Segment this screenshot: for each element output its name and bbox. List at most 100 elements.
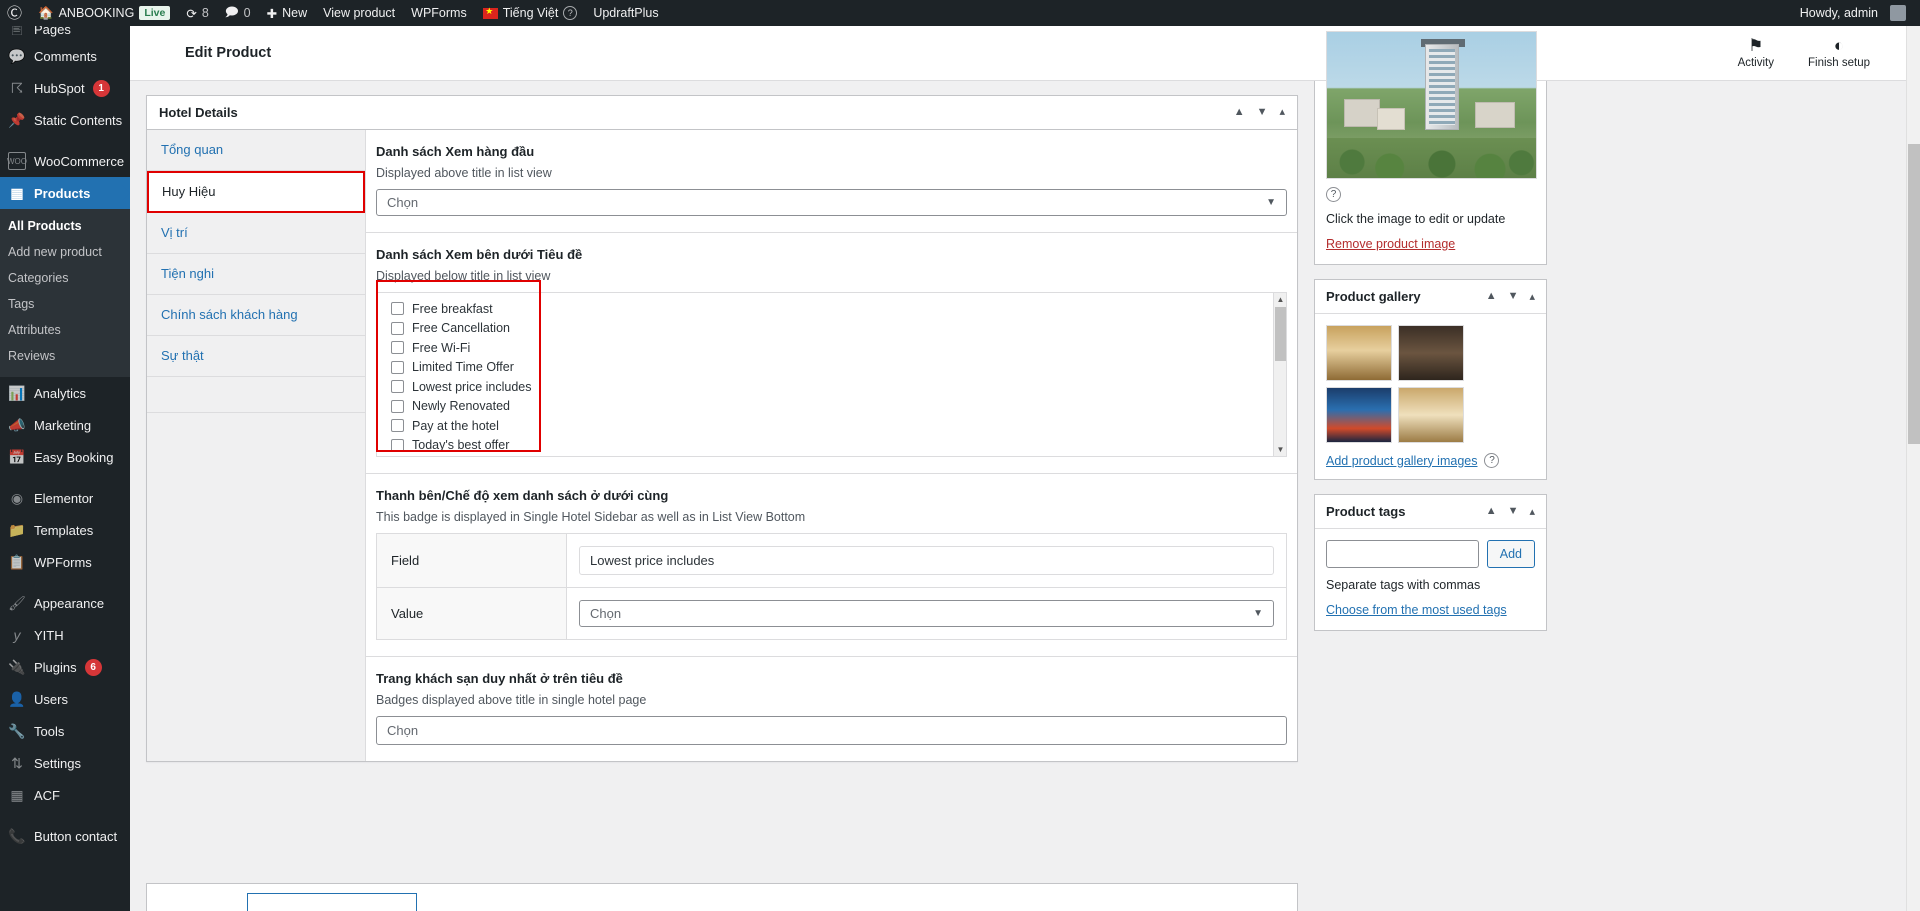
sidebar-item-tools[interactable]: 🔧 Tools: [0, 715, 130, 747]
scroll-down-arrow-icon[interactable]: ▼: [1274, 443, 1287, 456]
remove-product-image-link[interactable]: Remove product image: [1326, 237, 1455, 251]
toggle-icon[interactable]: ▴: [1279, 107, 1285, 118]
checkbox-row[interactable]: Newly Renovated: [391, 397, 1273, 417]
checkbox-row[interactable]: Free Wi-Fi: [391, 338, 1273, 358]
add-product-gallery-images-link[interactable]: Add product gallery images: [1326, 454, 1477, 468]
updraftplus-menu[interactable]: UpdraftPlus: [585, 0, 666, 26]
checkbox-todays-best-offer[interactable]: [391, 438, 404, 452]
tab-tong-quan[interactable]: Tổng quan: [147, 130, 365, 171]
checkbox-row[interactable]: Today's best offer: [391, 436, 1273, 456]
checkbox-row[interactable]: Lowest price includes: [391, 377, 1273, 397]
scroll-up-arrow-icon[interactable]: ▲: [1274, 293, 1287, 306]
checkbox-list-scrollbar[interactable]: ▲ ▼: [1273, 293, 1286, 456]
activity-button[interactable]: ⚑ Activity: [1738, 37, 1774, 69]
chevron-up-icon[interactable]: ▲: [1486, 505, 1497, 518]
comments-button[interactable]: 🗩 0: [217, 0, 259, 26]
sidebar-item-acf[interactable]: ▦ ACF: [0, 779, 130, 811]
product-tags-input[interactable]: [1326, 540, 1479, 568]
checkbox-lowest-price-includes[interactable]: [391, 380, 404, 394]
add-tag-button[interactable]: Add: [1486, 540, 1535, 568]
chevron-up-icon[interactable]: ▲: [1486, 290, 1497, 303]
submenu-item-all-products[interactable]: All Products: [0, 213, 130, 239]
submenu-item-categories[interactable]: Categories: [0, 265, 130, 291]
toggle-icon[interactable]: ▴: [1529, 505, 1535, 518]
sidebar-item-plugins[interactable]: 🔌 Plugins 6: [0, 651, 130, 683]
tab-tien-nghi[interactable]: Tiện nghi: [147, 254, 365, 295]
checkbox-label: Lowest price includes: [412, 379, 532, 394]
language-switcher[interactable]: Tiếng Việt ?: [475, 0, 586, 26]
tab-vi-tri[interactable]: Vị trí: [147, 213, 365, 254]
sidebar-item-wpforms[interactable]: 📋 WPForms: [0, 546, 130, 578]
value-select[interactable]: Chọn ▼: [579, 600, 1274, 627]
page-scrollbar-thumb[interactable]: [1908, 144, 1920, 444]
updraftplus-label: UpdraftPlus: [593, 6, 659, 20]
field-text-input[interactable]: Lowest price includes: [579, 546, 1274, 575]
chevron-down-icon[interactable]: ▼: [1508, 505, 1519, 518]
sidebar-item-woocommerce[interactable]: WOO WooCommerce: [0, 145, 130, 177]
finish-setup-button[interactable]: ◐ Finish setup: [1808, 37, 1870, 69]
chevron-down-icon[interactable]: ▼: [1508, 290, 1519, 303]
submenu-item-reviews[interactable]: Reviews: [0, 343, 130, 369]
gallery-thumbnail[interactable]: [1398, 387, 1464, 443]
site-name-button[interactable]: 🏠 ANBOOKING Live: [30, 0, 178, 26]
tab-chinh-sach-khach-hang[interactable]: Chính sách khách hàng: [147, 295, 365, 336]
sidebar-item-label: Button contact: [34, 828, 118, 844]
sidebar-item-hubspot[interactable]: ☈ HubSpot 1: [0, 72, 130, 104]
choose-most-used-tags-link[interactable]: Choose from the most used tags: [1326, 603, 1507, 617]
sidebar-item-elementor[interactable]: ◉ Elementor: [0, 482, 130, 514]
sidebar-item-analytics[interactable]: 📊 Analytics: [0, 377, 130, 409]
sidebar-item-products[interactable]: ▦ Products: [0, 177, 130, 209]
sidebar-item-templates[interactable]: 📁 Templates: [0, 514, 130, 546]
single-hotel-select[interactable]: Chọn: [376, 716, 1287, 745]
view-product-link[interactable]: View product: [315, 0, 403, 26]
chevron-up-icon[interactable]: ▲: [1234, 107, 1245, 118]
checkbox-row[interactable]: Free Cancellation: [391, 319, 1273, 339]
table-row: Field Lowest price includes: [376, 533, 1287, 588]
sidebar-item-comments[interactable]: 💬 Comments: [0, 40, 130, 72]
tab-huy-hieu[interactable]: Huy Hiệu: [147, 171, 365, 213]
tab-su-that[interactable]: Sự thật: [147, 336, 365, 377]
below-title-checkbox-list[interactable]: Free breakfast Free Cancellation Free Wi…: [376, 292, 1287, 457]
page-scrollbar[interactable]: [1906, 26, 1920, 911]
question-mark-icon[interactable]: ?: [1326, 187, 1341, 202]
bottom-partial-input[interactable]: [247, 893, 417, 911]
submenu-item-add-new-product[interactable]: Add new product: [0, 239, 130, 265]
checkbox-newly-renovated[interactable]: [391, 399, 404, 413]
wordpress-logo-button[interactable]: Ⓒ: [0, 0, 30, 26]
sidebar-item-users[interactable]: 👤 Users: [0, 683, 130, 715]
gallery-thumbnail[interactable]: [1326, 387, 1392, 443]
submenu-item-attributes[interactable]: Attributes: [0, 317, 130, 343]
product-gallery-panel: Product gallery ▲ ▼ ▴ Add product galler…: [1314, 279, 1547, 480]
scrollbar-thumb[interactable]: [1275, 307, 1286, 361]
sidebar-item-static-contents[interactable]: 📌 Static Contents: [0, 104, 130, 136]
chevron-down-icon[interactable]: ▼: [1257, 107, 1268, 118]
wpforms-menu[interactable]: WPForms: [403, 0, 475, 26]
gallery-thumbnail[interactable]: [1326, 325, 1392, 381]
featured-image-preview[interactable]: [1326, 31, 1537, 179]
sidebar-item-yith[interactable]: y YITH: [0, 619, 130, 651]
sidebar-item-marketing[interactable]: 📣 Marketing: [0, 409, 130, 441]
checkbox-free-wifi[interactable]: [391, 341, 404, 355]
checkbox-free-cancellation[interactable]: [391, 321, 404, 335]
new-content-button[interactable]: ✚ New: [259, 0, 316, 26]
submenu-item-tags[interactable]: Tags: [0, 291, 130, 317]
question-mark-icon[interactable]: ?: [1484, 453, 1500, 468]
sidebar-item-button-contact[interactable]: 📞 Button contact: [0, 820, 130, 852]
question-mark-icon[interactable]: ?: [563, 6, 578, 20]
top-list-select[interactable]: Chọn ▼: [376, 189, 1287, 216]
sidebar-item-pages[interactable]: 🖹 Pages: [0, 26, 130, 40]
checkbox-limited-time-offer[interactable]: [391, 360, 404, 374]
checkbox-pay-at-the-hotel[interactable]: [391, 419, 404, 433]
toggle-icon[interactable]: ▴: [1529, 290, 1535, 303]
updates-button[interactable]: ⟳ 8: [178, 0, 216, 26]
howdy-menu[interactable]: Howdy, admin: [1792, 0, 1914, 26]
checkbox-free-breakfast[interactable]: [391, 302, 404, 316]
sidebar-item-easy-booking[interactable]: 📅 Easy Booking: [0, 441, 130, 473]
checkbox-row[interactable]: Pay at the hotel: [391, 416, 1273, 436]
gallery-thumbnail[interactable]: [1398, 325, 1464, 381]
checkbox-row[interactable]: Free breakfast: [391, 299, 1273, 319]
sidebar-item-settings[interactable]: ⇅ Settings: [0, 747, 130, 779]
field-top-list: Danh sách Xem hàng đầu Displayed above t…: [366, 130, 1297, 233]
checkbox-row[interactable]: Limited Time Offer: [391, 358, 1273, 378]
sidebar-item-appearance[interactable]: 🖌 Appearance: [0, 587, 130, 619]
